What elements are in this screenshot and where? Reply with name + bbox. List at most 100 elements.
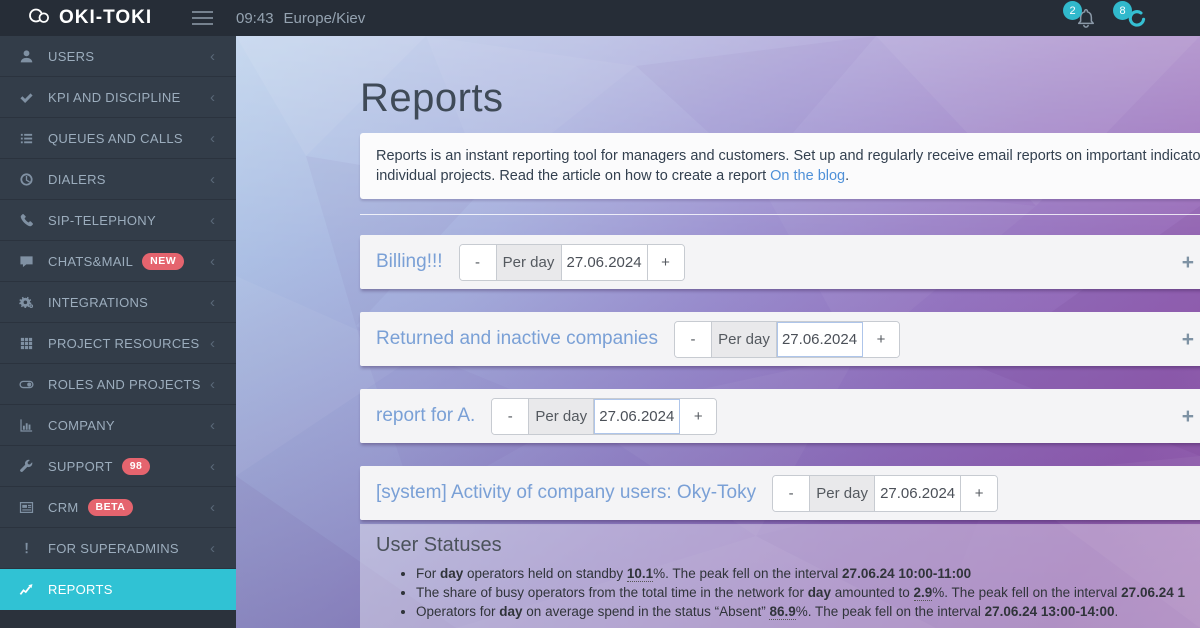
sidebar-item-queues-and-calls[interactable]: QUEUES AND CALLS ‹ <box>0 118 236 159</box>
phone-icon <box>18 212 35 229</box>
decrease-date-button[interactable]: - <box>675 322 711 357</box>
list-icon <box>18 130 35 147</box>
sidebar-item-label: FOR SUPERADMINS <box>48 541 179 556</box>
sidebar-item-for-superadmins[interactable]: FOR SUPERADMINS ‹ <box>0 528 236 569</box>
sidebar-item-label: REPORTS <box>48 582 113 597</box>
decrease-date-button[interactable]: - <box>460 245 496 280</box>
period-control-group: - Per day + <box>459 244 685 281</box>
add-report-icon[interactable]: + <box>1182 329 1194 350</box>
check-icon <box>18 89 35 106</box>
chat-icon <box>18 253 35 270</box>
chevron-left-icon: ‹ <box>210 376 215 393</box>
chevron-left-icon: ‹ <box>210 130 215 147</box>
report-title-link[interactable]: report for A. <box>376 405 475 427</box>
news-icon <box>18 499 35 516</box>
sidebar-item-users[interactable]: USERS ‹ <box>0 36 236 77</box>
sidebar-item-roles-and-projects[interactable]: ROLES AND PROJECTS ‹ <box>0 364 236 405</box>
logo[interactable]: OKI-TOKI <box>0 7 168 29</box>
notifications-badge: 2 <box>1063 1 1082 20</box>
intro-box: Reports is an instant reporting tool for… <box>360 133 1200 199</box>
period-button[interactable]: Per day <box>496 245 562 280</box>
cloud-logo-icon <box>27 7 51 29</box>
report-card: Billing!!! - Per day + + <box>360 235 1200 289</box>
report-card: Returned and inactive companies - Per da… <box>360 312 1200 366</box>
current-time: 09:43 <box>236 10 274 27</box>
divider <box>360 214 1200 215</box>
chart-line-icon <box>18 581 35 598</box>
history-icon[interactable]: 8 <box>1124 6 1148 30</box>
chevron-left-icon: ‹ <box>210 499 215 516</box>
chevron-left-icon: ‹ <box>210 335 215 352</box>
sidebar-item-label: PROJECT RESOURCES <box>48 336 200 351</box>
history-badge: 8 <box>1113 1 1132 20</box>
gears-icon <box>18 294 35 311</box>
sidebar-item-company[interactable]: COMPANY ‹ <box>0 405 236 446</box>
status-bullet: Operators for day on average spend in th… <box>416 602 1200 621</box>
decrease-date-button[interactable]: - <box>773 476 809 511</box>
page-title: Reports <box>360 76 1200 121</box>
add-report-icon[interactable]: + <box>1182 406 1194 427</box>
blog-link[interactable]: On the blog <box>770 168 845 184</box>
user-statuses-heading: User Statuses <box>376 534 1200 557</box>
period-control-group: - Per day + <box>491 398 717 435</box>
sidebar-badge: NEW <box>142 253 184 270</box>
intro-line-2: individual projects. Read the article on… <box>376 166 1200 186</box>
date-input[interactable] <box>875 476 961 511</box>
user-statuses-list: For day operators held on standby 10.1%.… <box>416 564 1200 621</box>
chevron-left-icon: ‹ <box>210 212 215 229</box>
status-bullet: The share of busy operators from the tot… <box>416 583 1200 602</box>
reports-list: Billing!!! - Per day + + Returned and in… <box>360 235 1200 520</box>
sidebar-item-project-resources[interactable]: PROJECT RESOURCES ‹ <box>0 323 236 364</box>
sidebar-item-label: ROLES AND PROJECTS <box>48 377 201 392</box>
wrench-icon <box>18 458 35 475</box>
clock: 09:43 Europe/Kiev <box>236 10 365 27</box>
date-input[interactable] <box>562 245 648 280</box>
period-button[interactable]: Per day <box>809 476 875 511</box>
sidebar-item-dialers[interactable]: DIALERS ‹ <box>0 159 236 200</box>
decrease-date-button[interactable]: - <box>492 399 528 434</box>
date-input[interactable] <box>594 399 680 434</box>
increase-date-button[interactable]: + <box>863 322 899 357</box>
notifications-bell-icon[interactable]: 2 <box>1074 6 1098 30</box>
sidebar-item-label: SIP-TELEPHONY <box>48 213 156 228</box>
increase-date-button[interactable]: + <box>648 245 684 280</box>
sidebar-item-reports[interactable]: REPORTS ‹ <box>0 569 236 610</box>
date-input[interactable] <box>777 322 863 357</box>
increase-date-button[interactable]: + <box>961 476 997 511</box>
app-window: OKI-TOKI 09:43 Europe/Kiev 2 8 USERS ‹ <box>0 0 1200 628</box>
topbar: OKI-TOKI 09:43 Europe/Kiev 2 8 <box>0 0 1200 36</box>
chevron-left-icon: ‹ <box>210 89 215 106</box>
status-bullet: For day operators held on standby 10.1%.… <box>416 564 1200 583</box>
chevron-left-icon: ‹ <box>210 458 215 475</box>
sidebar-item-label: KPI AND DISCIPLINE <box>48 90 181 105</box>
period-button[interactable]: Per day <box>711 322 777 357</box>
sidebar-item-support[interactable]: SUPPORT 98 ‹ <box>0 446 236 487</box>
toggle-icon <box>18 376 35 393</box>
sidebar-item-sip-telephony[interactable]: SIP-TELEPHONY ‹ <box>0 200 236 241</box>
period-button[interactable]: Per day <box>528 399 594 434</box>
chart-bar-icon <box>18 417 35 434</box>
chevron-left-icon: ‹ <box>210 417 215 434</box>
chevron-left-icon: ‹ <box>210 171 215 188</box>
sidebar-item-integrations[interactable]: INTEGRATIONS ‹ <box>0 282 236 323</box>
sidebar-item-label: QUEUES AND CALLS <box>48 131 183 146</box>
sidebar-item-label: CHATS&MAIL <box>48 254 133 269</box>
hamburger-menu-icon[interactable] <box>168 0 236 36</box>
chevron-left-icon: ‹ <box>210 540 215 557</box>
sidebar-footer <box>0 610 236 628</box>
sidebar-item-label: INTEGRATIONS <box>48 295 148 310</box>
sidebar-item-kpi-and-discipline[interactable]: KPI AND DISCIPLINE ‹ <box>0 77 236 118</box>
sidebar-item-chats-mail[interactable]: CHATS&MAIL NEW ‹ <box>0 241 236 282</box>
report-title-link[interactable]: [system] Activity of company users: Oky-… <box>376 482 756 504</box>
report-title-link[interactable]: Returned and inactive companies <box>376 328 658 350</box>
sidebar-item-crm[interactable]: CRM BETA ‹ <box>0 487 236 528</box>
sidebar-badge: 98 <box>122 458 151 475</box>
intro-line-1: Reports is an instant reporting tool for… <box>376 146 1200 166</box>
user-statuses-panel: User Statuses For day operators held on … <box>360 524 1200 628</box>
report-title-link[interactable]: Billing!!! <box>376 251 443 273</box>
sidebar-item-label: SUPPORT <box>48 459 113 474</box>
add-report-icon[interactable]: + <box>1182 252 1194 273</box>
period-control-group: - Per day + <box>674 321 900 358</box>
sidebar-item-label: DIALERS <box>48 172 106 187</box>
increase-date-button[interactable]: + <box>680 399 716 434</box>
